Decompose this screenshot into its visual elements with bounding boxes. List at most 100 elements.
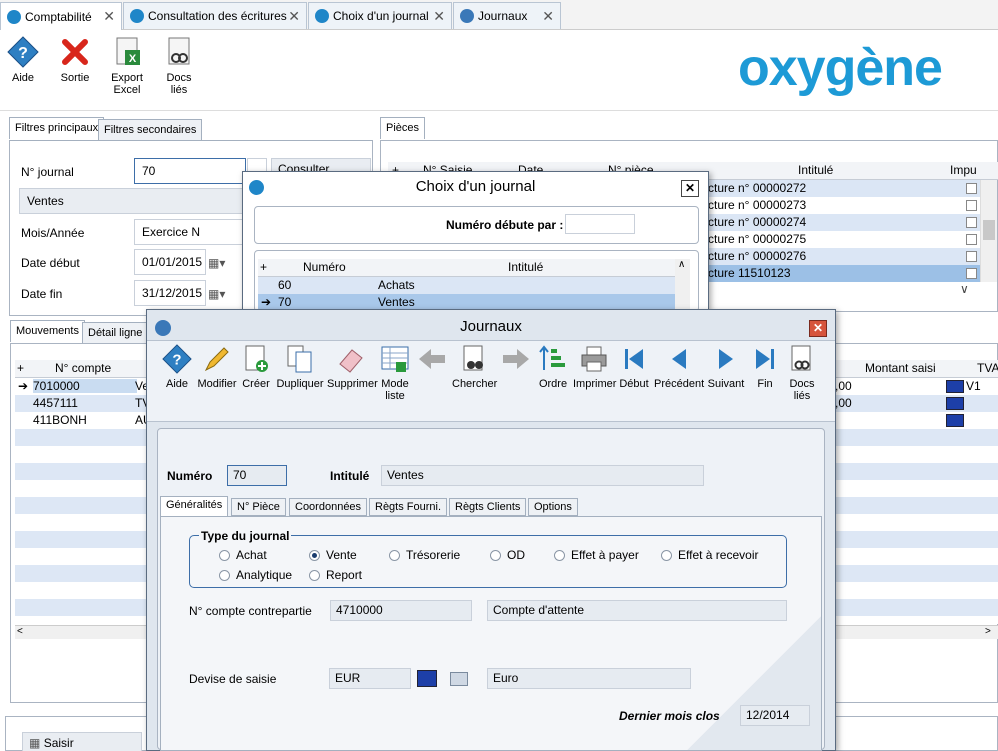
suivant-button[interactable]: Suivant [707,344,745,390]
fin-button[interactable]: Fin [750,344,780,390]
ordre-label: Ordre [538,378,568,390]
tab-label: Consultation des écritures [148,9,287,23]
numero-label: Numéro [167,469,213,483]
tab-mouvements[interactable]: Mouvements [10,320,85,342]
tab-options[interactable]: Options [528,498,578,516]
saisir-button[interactable]: ▦ Saisir [22,732,142,751]
tab-consultation[interactable]: Consultation des écritures ✕ [123,2,307,29]
impu-checkbox[interactable] [966,268,977,279]
radio-report[interactable]: Report [309,568,362,582]
journal-input[interactable]: 70 [134,158,246,184]
calendar-icon[interactable]: ▦▾ [208,256,225,270]
tab-generalites[interactable]: Généralités [160,496,229,517]
supprimer-button[interactable]: Supprimer [327,344,378,390]
currency-detail-icon[interactable] [450,672,468,686]
tab-coordonnees[interactable]: Coordonnées [289,498,368,516]
aide-button[interactable]: ? Aide [0,36,46,84]
dupliquer-button[interactable]: Dupliquer [276,344,324,390]
next-record-arrow-button[interactable] [500,344,532,378]
radio-od[interactable]: OD [490,548,525,562]
scroll-thumb[interactable] [983,220,995,240]
radio-dot [219,549,230,561]
close-icon[interactable]: ✕ [681,180,699,197]
tab-filtres-principaux[interactable]: Filtres principaux [9,117,105,139]
chevron-up-icon[interactable]: ∧ [678,259,685,270]
tab-pieces[interactable]: Pièces [380,117,426,139]
creer-button[interactable]: Créer [240,344,272,390]
oxygene-logo-icon [130,9,144,23]
impu-checkbox[interactable] [966,217,977,228]
precedent-label: Précédent [654,378,705,390]
date-debut-input[interactable]: 01/01/2015 [134,249,206,275]
modifier-button[interactable]: Modifier [196,344,238,390]
sortie-button[interactable]: Sortie [52,36,98,84]
col-montant[interactable]: Montant saisi [865,361,936,375]
tab-regts-fournisseurs[interactable]: Règts Fourni. [369,498,448,516]
radio-analytique[interactable]: Analytique [219,568,292,582]
journal-list-scrollbar[interactable]: ∧ [675,259,690,311]
help-icon: ? [7,36,39,68]
precedent-button[interactable]: Précédent [654,344,704,390]
modifier-label: Modifier [197,378,237,390]
close-icon[interactable]: ✕ [433,8,445,25]
docs-lies-button[interactable]: Docs liés [786,344,818,402]
devise-input[interactable]: EUR [329,668,411,689]
debut-button[interactable]: Début [619,344,649,390]
impu-checkbox[interactable] [966,200,977,211]
imprimer-button[interactable]: Imprimer [573,344,616,390]
filter-input[interactable] [565,214,635,234]
ordre-button[interactable]: Ordre [537,344,569,390]
chevron-left-icon[interactable]: < [17,626,23,637]
tab-choix-journal[interactable]: Choix d'un journal ✕ [308,2,452,29]
tab-regts-clients[interactable]: Règts Clients [449,498,527,516]
impu-checkbox[interactable] [966,234,977,245]
add-column-icon[interactable]: + [260,260,267,274]
radio-achat[interactable]: Achat [219,548,267,562]
radio-effet-payer[interactable]: Effet à payer [554,548,639,562]
close-icon[interactable]: ✕ [103,8,115,25]
radio-effet-recevoir[interactable]: Effet à recevoir [661,548,758,562]
col-tva[interactable]: TVA [977,361,998,375]
date-fin-input[interactable]: 31/12/2015 [134,280,206,306]
close-icon[interactable]: ✕ [542,8,554,25]
col-numero[interactable]: Numéro [303,260,346,274]
aide-button[interactable]: ? Aide [160,344,194,390]
tab-filtres-secondaires[interactable]: Filtres secondaires [98,119,203,141]
tab-numero-piece[interactable]: N° Pièce [231,498,286,516]
close-icon[interactable]: ✕ [288,8,300,25]
export-excel-button[interactable]: X Export Excel [104,36,150,96]
chercher-button[interactable]: Chercher [452,344,498,390]
col-impu[interactable]: Impu [950,163,977,177]
radio-label: Effet à payer [571,548,639,562]
mois-select[interactable]: Exercice N [134,219,246,245]
calendar-icon[interactable]: ▦▾ [208,287,225,301]
pieces-scrollbar[interactable] [980,180,997,282]
tab-comptabilite[interactable]: Comptabilité ✕ [0,2,122,30]
col-intitule[interactable]: Intitulé [798,163,833,177]
contrepartie-input[interactable]: 4710000 [330,600,472,621]
docs-lies-button[interactable]: Docs liés [156,36,202,96]
add-column-icon[interactable]: + [17,361,24,375]
chevron-right-icon[interactable]: > [985,626,991,637]
close-icon[interactable]: ✕ [809,320,827,337]
piece-intitule: cture n° 00000273 [708,198,807,212]
mode-liste-button[interactable]: Mode liste [379,344,411,402]
radio-tresorerie[interactable]: Trésorerie [389,548,460,562]
col-compte[interactable]: N° compte [55,361,111,375]
radio-vente[interactable]: Vente [309,548,357,562]
intitule-input[interactable]: Ventes [381,465,704,486]
chevron-down-icon[interactable]: ∨ [960,282,969,296]
tab-journaux[interactable]: Journaux ✕ [453,2,561,29]
montant-cell: ,00 [835,396,852,410]
table-row[interactable]: 60 Achats [258,277,675,294]
tab-detail-ligne[interactable]: Détail ligne [82,322,149,344]
printer-icon [579,344,609,374]
impu-checkbox[interactable] [966,251,977,262]
creer-label: Créer [242,378,270,390]
impu-checkbox[interactable] [966,183,977,194]
arrow-right-icon [501,344,531,374]
previous-record-arrow-button[interactable] [416,344,448,378]
numero-input[interactable]: 70 [227,465,287,486]
col-intitule[interactable]: Intitulé [508,260,543,274]
chercher-label: Chercher [452,378,498,390]
